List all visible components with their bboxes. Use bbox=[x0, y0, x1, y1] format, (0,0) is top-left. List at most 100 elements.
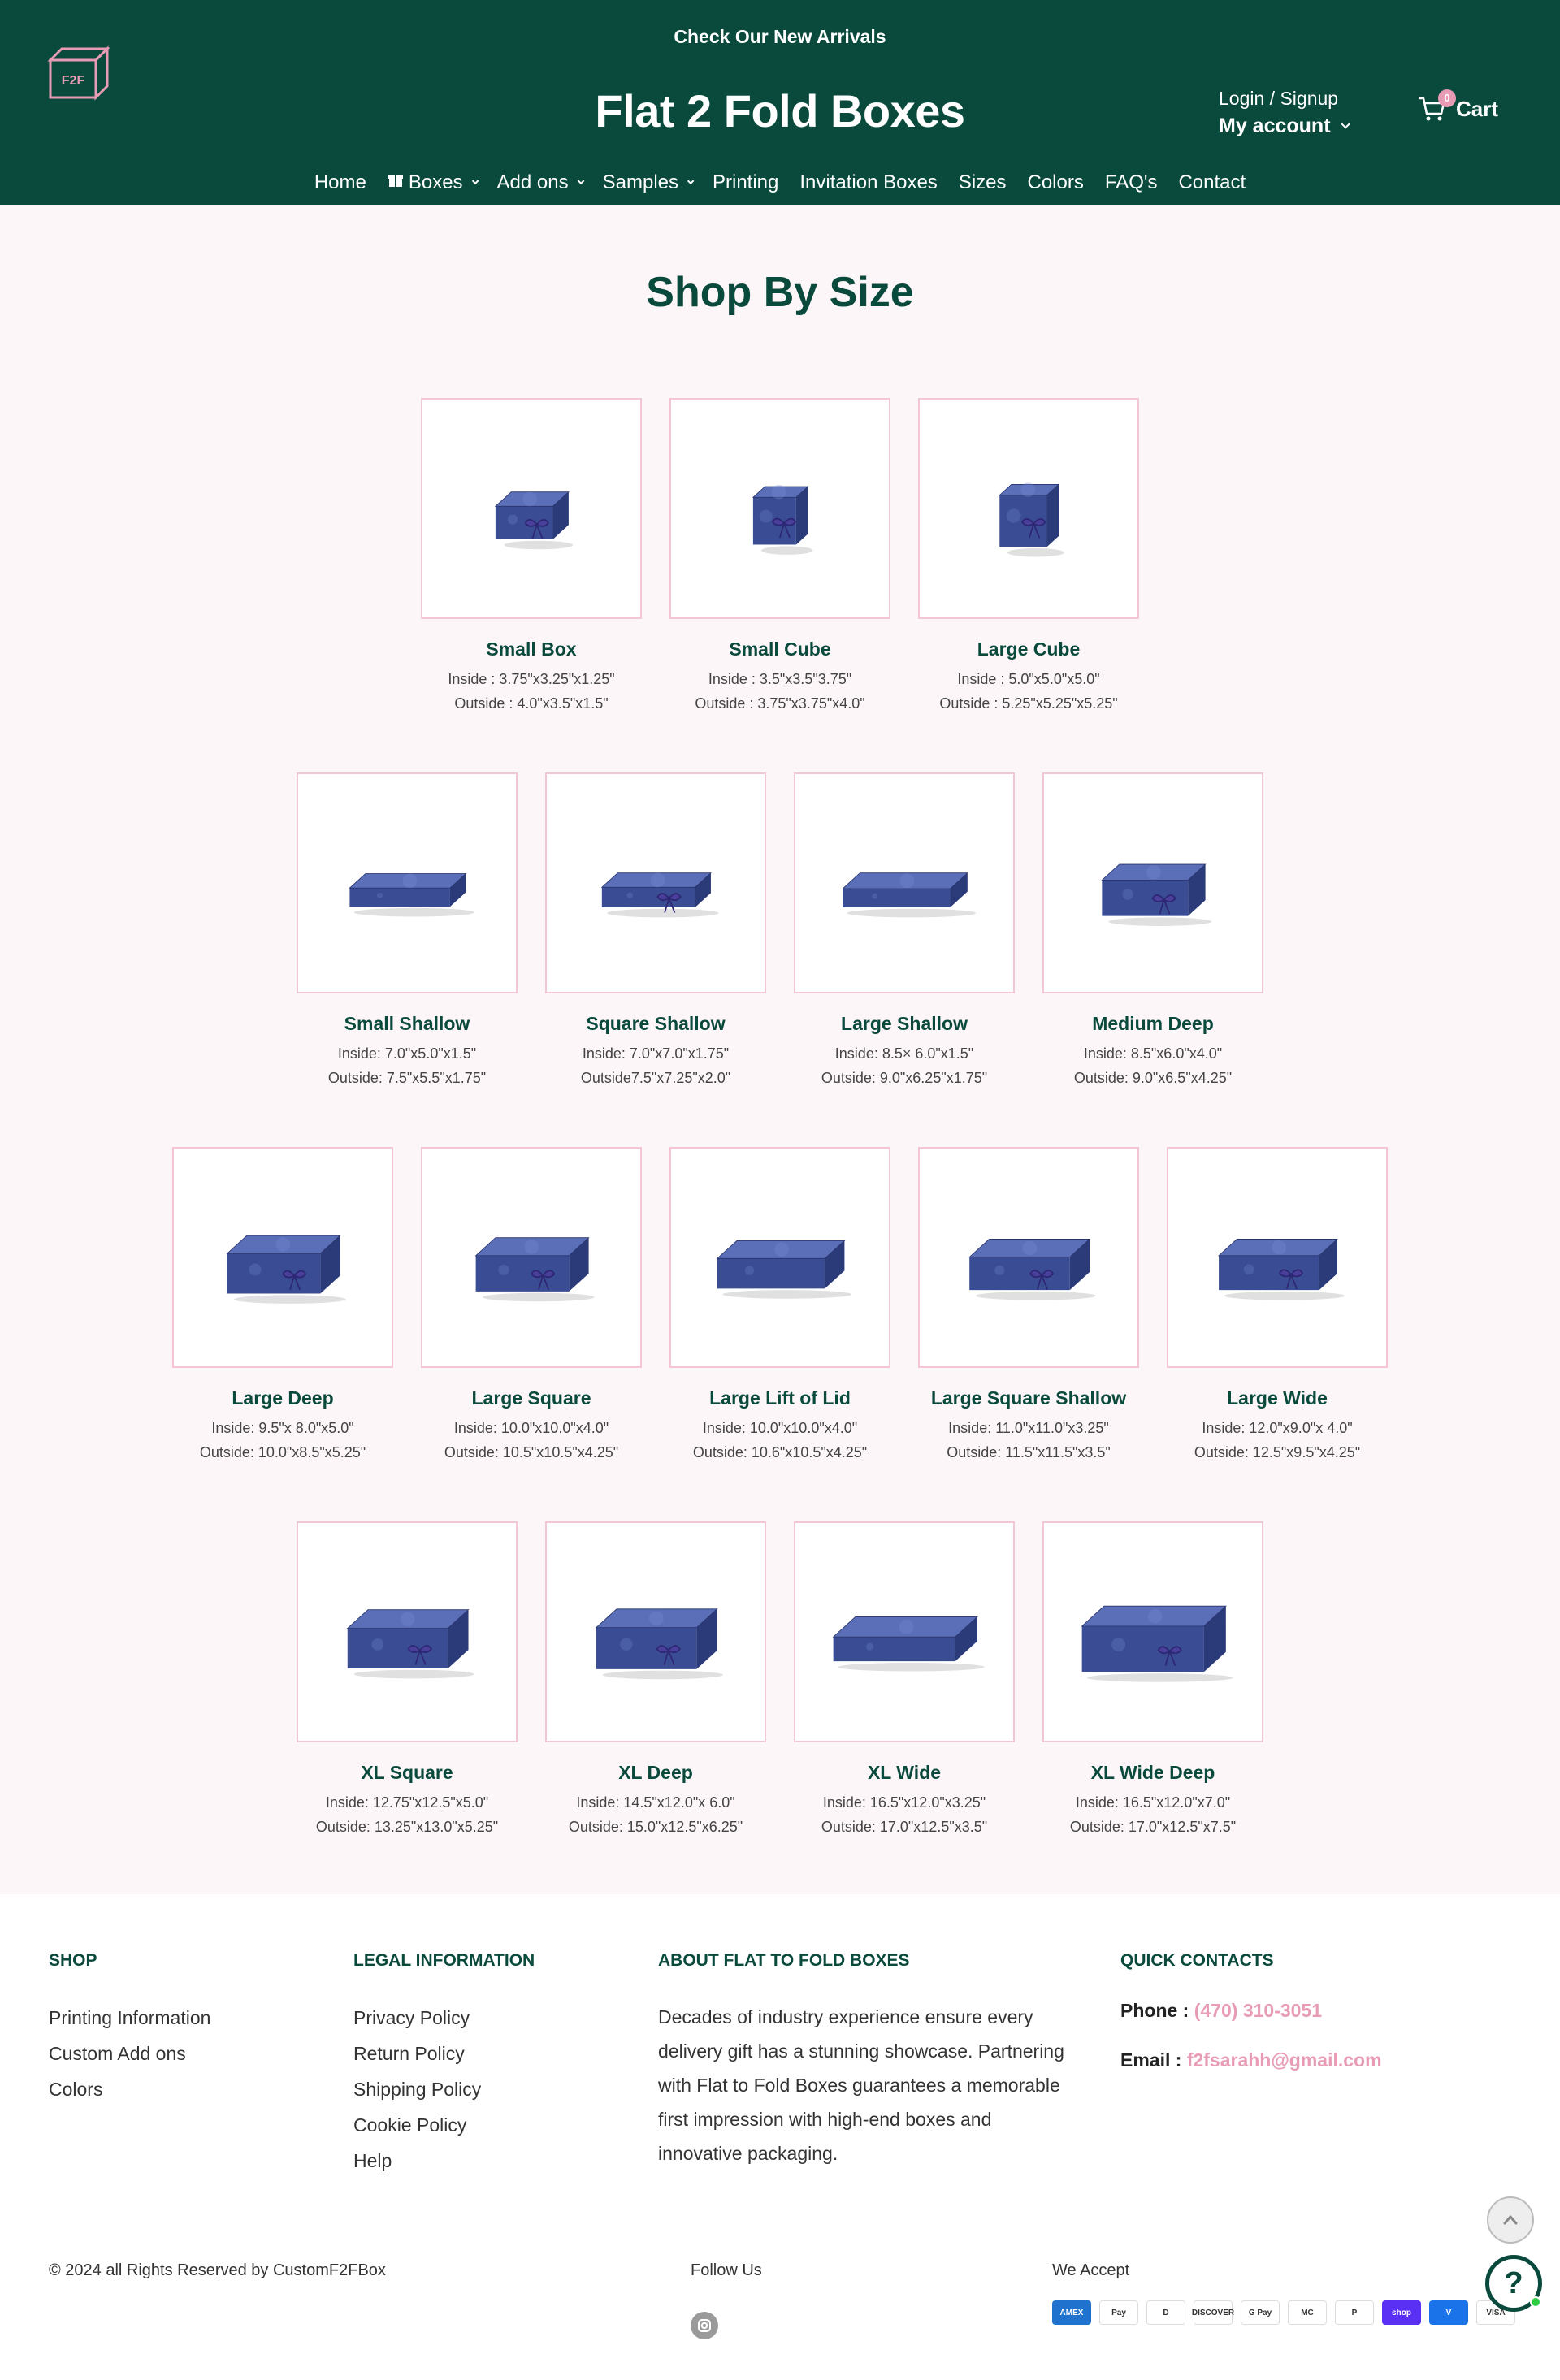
nav-add-ons[interactable]: Add ons bbox=[497, 171, 584, 194]
product-name[interactable]: XL Deep bbox=[618, 1762, 693, 1784]
product-name[interactable]: Small Box bbox=[486, 638, 576, 660]
product-image[interactable] bbox=[172, 1147, 393, 1368]
nav-samples[interactable]: Samples bbox=[602, 171, 695, 194]
product-card[interactable]: XL Wide Inside: 16.5"x12.0"x3.25" Outsid… bbox=[794, 1521, 1015, 1839]
product-card[interactable]: Square Shallow Inside: 7.0"x7.0"x1.75" O… bbox=[545, 772, 766, 1090]
nav-printing[interactable]: Printing bbox=[713, 171, 778, 194]
product-card[interactable]: Small Box Inside : 3.75"x3.25"x1.25" Out… bbox=[421, 398, 642, 716]
product-name[interactable]: XL Square bbox=[361, 1762, 453, 1784]
product-name[interactable]: Large Deep bbox=[232, 1387, 333, 1409]
product-outside-dimensions: Outside: 7.5"x5.5"x1.75" bbox=[327, 1070, 487, 1086]
product-name[interactable]: XL Wide Deep bbox=[1091, 1762, 1216, 1784]
product-card[interactable]: Large Lift of Lid Inside: 10.0"x10.0"x4.… bbox=[670, 1147, 890, 1465]
footer-about: ABOUT FLAT TO FOLD BOXES Decades of indu… bbox=[658, 1951, 1081, 2170]
footer-link-printing-information[interactable]: Printing Information bbox=[49, 2000, 210, 2036]
help-chat-button[interactable]: ? bbox=[1485, 2255, 1542, 2312]
product-card[interactable]: XL Square Inside: 12.75"x12.5"x5.0" Outs… bbox=[297, 1521, 518, 1839]
product-name[interactable]: Large Square bbox=[472, 1387, 592, 1409]
product-inside-dimensions: Inside: 11.0"x11.0"x3.25" bbox=[948, 1420, 1109, 1436]
product-image[interactable] bbox=[1167, 1147, 1388, 1368]
product-name[interactable]: Large Shallow bbox=[841, 1013, 968, 1035]
product-outside-dimensions: Outside7.5"x7.25"x2.0" bbox=[580, 1070, 731, 1086]
login-link[interactable]: Login / Signup bbox=[1219, 84, 1347, 112]
chevron-down-icon bbox=[687, 177, 695, 185]
product-inside-dimensions: Inside: 10.0"x10.0"x4.0" bbox=[702, 1420, 858, 1436]
footer-link-shipping-policy[interactable]: Shipping Policy bbox=[353, 2071, 535, 2107]
product-outside-dimensions: Outside : 5.25"x5.25"x5.25" bbox=[939, 695, 1118, 712]
product-image[interactable] bbox=[918, 398, 1139, 619]
nav-label: FAQ's bbox=[1104, 171, 1158, 193]
product-card[interactable]: XL Deep Inside: 14.5"x12.0"x 6.0" Outsid… bbox=[545, 1521, 766, 1839]
product-name[interactable]: Large Wide bbox=[1227, 1387, 1328, 1409]
nav-sizes[interactable]: Sizes bbox=[959, 171, 1007, 194]
instagram-icon[interactable] bbox=[691, 2312, 718, 2339]
footer-contact-heading: QUICK CONTACTS bbox=[1120, 1951, 1274, 1970]
product-name[interactable]: Square Shallow bbox=[586, 1013, 725, 1035]
product-card[interactable]: Large Square Shallow Inside: 11.0"x11.0"… bbox=[918, 1147, 1139, 1465]
product-image[interactable] bbox=[297, 772, 518, 993]
product-card[interactable]: Large Wide Inside: 12.0"x9.0"x 4.0" Outs… bbox=[1167, 1147, 1388, 1465]
phone-link[interactable]: (470) 310-3051 bbox=[1194, 2000, 1322, 2021]
email-link[interactable]: f2fsarahh@gmail.com bbox=[1187, 2049, 1382, 2071]
nav-home[interactable]: Home bbox=[314, 171, 366, 194]
account-menu[interactable]: Login / Signup My account bbox=[1219, 84, 1350, 140]
product-inside-dimensions: Inside: 9.5"x 8.0"x5.0" bbox=[211, 1420, 354, 1436]
nav-label: Samples bbox=[602, 171, 678, 193]
cart-button[interactable]: 0 Cart bbox=[1417, 89, 1499, 122]
product-name[interactable]: Large Square Shallow bbox=[931, 1387, 1126, 1409]
product-outside-dimensions: Outside: 9.0"x6.25"x1.75" bbox=[821, 1070, 988, 1086]
footer-link-return-policy[interactable]: Return Policy bbox=[353, 2036, 535, 2071]
nav-invitation-boxes[interactable]: Invitation Boxes bbox=[800, 171, 937, 194]
payment-icon-d: D bbox=[1146, 2300, 1185, 2325]
product-outside-dimensions: Outside : 3.75"x3.75"x4.0" bbox=[695, 695, 865, 712]
footer-link-cookie-policy[interactable]: Cookie Policy bbox=[353, 2107, 535, 2143]
scroll-to-top-button[interactable] bbox=[1487, 2196, 1534, 2244]
nav-boxes[interactable]: Boxes bbox=[388, 171, 479, 194]
payment-icon-amex: AMEX bbox=[1052, 2300, 1091, 2325]
product-image[interactable] bbox=[794, 1521, 1015, 1742]
product-name[interactable]: Small Shallow bbox=[344, 1013, 470, 1035]
product-outside-dimensions: Outside: 9.0"x6.5"x4.25" bbox=[1073, 1070, 1233, 1086]
product-inside-dimensions: Inside: 16.5"x12.0"x3.25" bbox=[822, 1794, 986, 1811]
product-image[interactable] bbox=[421, 398, 642, 619]
cart-count-badge: 0 bbox=[1438, 89, 1456, 107]
product-card[interactable]: Small Cube Inside : 3.5"x3.5"3.75" Outsi… bbox=[670, 398, 890, 716]
product-image[interactable] bbox=[670, 398, 890, 619]
product-name[interactable]: Small Cube bbox=[729, 638, 830, 660]
nav-contact[interactable]: Contact bbox=[1178, 171, 1246, 194]
payment-icon-g-pay: G Pay bbox=[1241, 2300, 1280, 2325]
product-outside-dimensions: Outside: 13.25"x13.0"x5.25" bbox=[315, 1819, 499, 1835]
product-name[interactable]: XL Wide bbox=[868, 1762, 941, 1784]
product-image[interactable] bbox=[670, 1147, 890, 1368]
footer-link-custom-add-ons[interactable]: Custom Add ons bbox=[49, 2036, 210, 2071]
product-card[interactable]: Large Square Inside: 10.0"x10.0"x4.0" Ou… bbox=[421, 1147, 642, 1465]
footer-link-colors[interactable]: Colors bbox=[49, 2071, 210, 2107]
product-image[interactable] bbox=[545, 1521, 766, 1742]
product-card[interactable]: Large Cube Inside : 5.0"x5.0"x5.0" Outsi… bbox=[918, 398, 1139, 716]
nav-label: Boxes bbox=[408, 171, 463, 193]
my-account-dropdown[interactable]: My account bbox=[1219, 112, 1350, 140]
product-card[interactable]: Medium Deep Inside: 8.5"x6.0"x4.0" Outsi… bbox=[1042, 772, 1263, 1090]
cart-label: Cart bbox=[1456, 96, 1499, 121]
nav-colors[interactable]: Colors bbox=[1028, 171, 1084, 194]
product-name[interactable]: Large Cube bbox=[977, 638, 1081, 660]
product-name[interactable]: Large Lift of Lid bbox=[709, 1387, 851, 1409]
product-name[interactable]: Medium Deep bbox=[1092, 1013, 1214, 1035]
nav-faq-s[interactable]: FAQ's bbox=[1105, 171, 1158, 194]
product-image[interactable] bbox=[421, 1147, 642, 1368]
footer-link-privacy-policy[interactable]: Privacy Policy bbox=[353, 2000, 535, 2036]
product-image[interactable] bbox=[1042, 772, 1263, 993]
product-image[interactable] bbox=[1042, 1521, 1263, 1742]
product-card[interactable]: XL Wide Deep Inside: 16.5"x12.0"x7.0" Ou… bbox=[1042, 1521, 1263, 1839]
product-image[interactable] bbox=[297, 1521, 518, 1742]
product-card[interactable]: Large Shallow Inside: 8.5× 6.0"x1.5" Out… bbox=[794, 772, 1015, 1090]
payment-methods: AMEX Pay D DISCOVER G Pay MC Pshop V VISA bbox=[1052, 2300, 1515, 2325]
product-image[interactable] bbox=[545, 772, 766, 993]
nav-label: Contact bbox=[1178, 171, 1246, 193]
announcement-bar[interactable]: Check Our New Arrivals bbox=[0, 26, 1560, 48]
product-image[interactable] bbox=[794, 772, 1015, 993]
product-card[interactable]: Small Shallow Inside: 7.0"x5.0"x1.5" Out… bbox=[297, 772, 518, 1090]
product-card[interactable]: Large Deep Inside: 9.5"x 8.0"x5.0" Outsi… bbox=[172, 1147, 393, 1465]
footer-link-help[interactable]: Help bbox=[353, 2143, 535, 2179]
product-image[interactable] bbox=[918, 1147, 1139, 1368]
